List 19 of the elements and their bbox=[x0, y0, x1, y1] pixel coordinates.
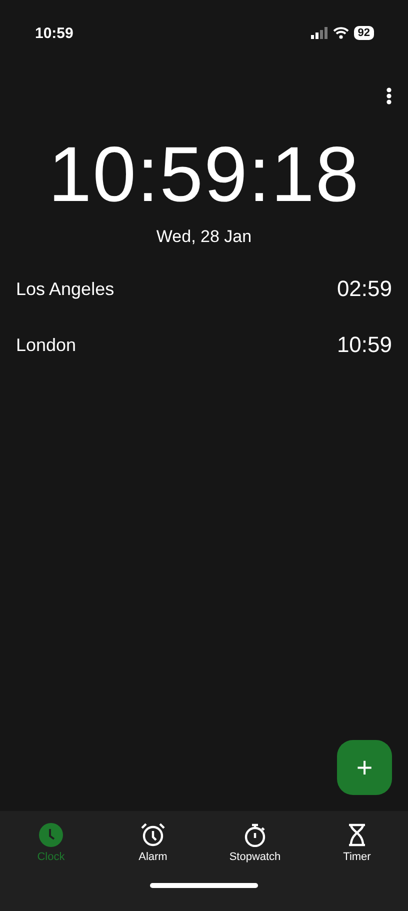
city-time: 10:59 bbox=[336, 332, 392, 358]
nav-tab[interactable]: Stopwatch bbox=[210, 823, 300, 863]
current-date: Wed, 28 Jan bbox=[155, 227, 253, 247]
nav-tab[interactable]: Timer bbox=[312, 823, 402, 863]
stopwatch-icon bbox=[243, 823, 267, 847]
city-time: 02:59 bbox=[336, 276, 392, 302]
status-time: 10:59 bbox=[35, 24, 74, 42]
battery-level: 92 bbox=[354, 26, 374, 40]
city-name: London bbox=[16, 334, 76, 356]
hourglass-icon bbox=[347, 823, 367, 847]
add-city-button[interactable]: + bbox=[337, 740, 392, 795]
more-options-icon[interactable] bbox=[386, 87, 392, 105]
alarm-clock-icon bbox=[140, 823, 166, 847]
current-time: 10:59:18 bbox=[47, 129, 361, 219]
wifi-icon bbox=[332, 27, 349, 39]
nav-tab[interactable]: Alarm bbox=[108, 823, 198, 863]
signal-icon bbox=[310, 27, 328, 39]
clock-icon bbox=[39, 823, 63, 847]
city-name: Los Angeles bbox=[16, 278, 114, 300]
